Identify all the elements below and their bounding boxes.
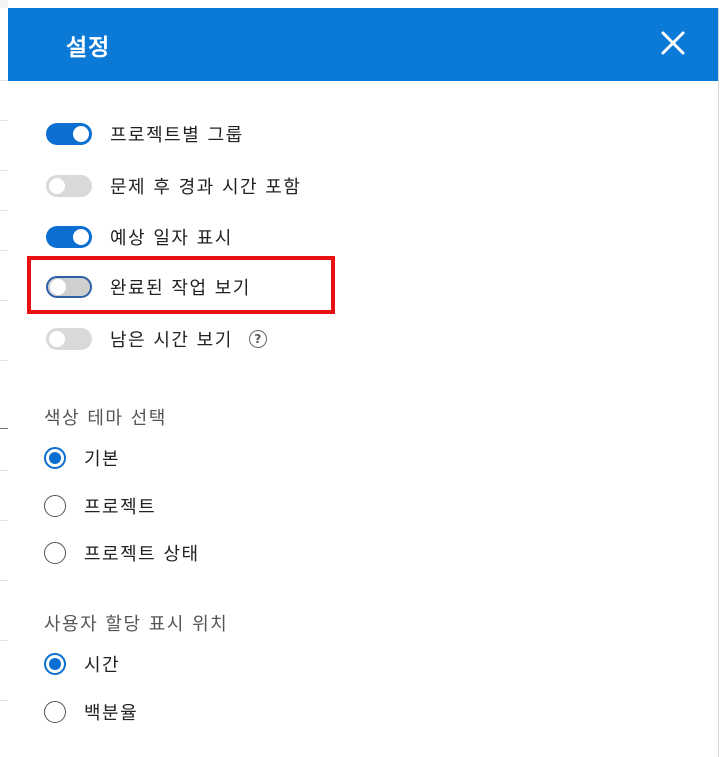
radio-button-percentage[interactable] (44, 701, 66, 723)
background-divider (0, 360, 8, 361)
background-divider (0, 300, 8, 301)
toggle-label-show-estimated-date: 예상 일자 표시 (110, 228, 233, 249)
toggle-switch-show-estimated-date[interactable] (46, 226, 92, 248)
radio-option-project[interactable]: 프로젝트 (44, 491, 156, 521)
radio-option-project-status[interactable]: 프로젝트 상태 (44, 538, 200, 568)
toggle-knob (49, 331, 65, 347)
background-divider (0, 80, 8, 81)
toggle-knob (73, 126, 89, 142)
background-divider (0, 170, 8, 171)
panel-title: 설정 (66, 35, 111, 61)
radio-option-hours[interactable]: 시간 (44, 649, 120, 679)
close-icon (661, 31, 685, 55)
highlight-annotation (27, 256, 335, 314)
toggle-switch-group-by-project[interactable] (46, 123, 92, 145)
background-divider (0, 250, 8, 251)
background-divider (0, 210, 8, 211)
section-title-color-theme: 색상 테마 선택 (44, 408, 167, 429)
radio-option-default[interactable]: 기본 (44, 443, 120, 473)
radio-label-project: 프로젝트 (84, 497, 157, 518)
close-button[interactable] (656, 26, 690, 60)
toggle-row-show-estimated-date[interactable]: 예상 일자 표시 (46, 222, 233, 252)
panel-header: 설정 (8, 8, 718, 81)
radio-label-project-status: 프로젝트 상태 (84, 544, 200, 565)
radio-button-hours[interactable] (44, 653, 66, 675)
background-divider (0, 428, 8, 429)
toggle-row-show-remaining-time[interactable]: 남은 시간 보기 ? (46, 324, 267, 354)
toggle-knob (49, 178, 65, 194)
settings-panel: 설정 프로젝트별 그룹 문제 후 경과 시간 포함 예상 일자 표시 완료된 작… (8, 8, 719, 757)
help-icon[interactable]: ? (248, 330, 267, 348)
radio-button-project-status[interactable] (44, 542, 66, 564)
toggle-label-include-elapsed-time: 문제 후 경과 시간 포함 (110, 177, 302, 198)
background-divider (0, 470, 8, 471)
radio-label-percentage: 백분율 (84, 703, 139, 724)
toggle-switch-include-elapsed-time[interactable] (46, 175, 92, 197)
background-divider (0, 120, 8, 121)
background-divider (0, 520, 8, 521)
toggle-row-include-elapsed-time[interactable]: 문제 후 경과 시간 포함 (46, 171, 301, 201)
radio-button-default[interactable] (44, 447, 66, 469)
toggle-label-group-by-project: 프로젝트별 그룹 (110, 125, 244, 146)
radio-label-hours: 시간 (84, 655, 121, 676)
background-divider (0, 700, 8, 701)
radio-button-project[interactable] (44, 495, 66, 517)
radio-option-percentage[interactable]: 백분율 (44, 697, 138, 727)
toggle-label-show-remaining-time: 남은 시간 보기 (110, 330, 233, 351)
background-divider (0, 640, 8, 641)
background-app-strip (0, 0, 8, 8)
radio-label-default: 기본 (84, 449, 121, 470)
background-divider (0, 580, 8, 581)
background-top-strip (8, 0, 720, 8)
toggle-knob (73, 229, 89, 245)
toggle-row-group-by-project[interactable]: 프로젝트별 그룹 (46, 119, 244, 149)
section-title-assignment-display: 사용자 할당 표시 위치 (44, 614, 229, 635)
toggle-switch-show-remaining-time[interactable] (46, 328, 92, 350)
